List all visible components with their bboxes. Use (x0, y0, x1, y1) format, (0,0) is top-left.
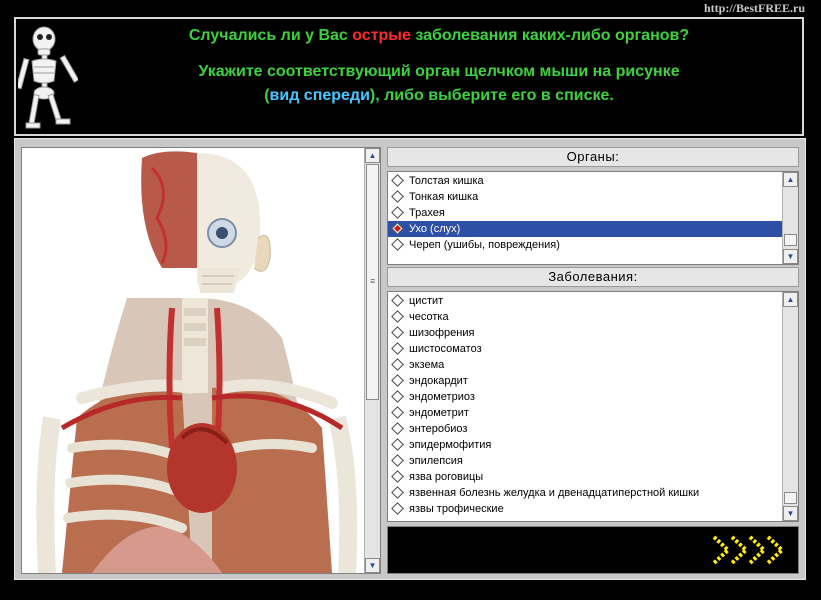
disease-label: чесотка (409, 311, 449, 323)
disease-item[interactable]: язва роговицы (388, 469, 782, 485)
organs-scrollbar[interactable]: ▲ ▼ (782, 172, 798, 264)
radio-icon[interactable] (391, 422, 404, 435)
organ-item[interactable]: Тонкая кишка (388, 189, 782, 205)
disease-item[interactable]: шистосоматоз (388, 341, 782, 357)
organ-item[interactable]: Трахея (388, 205, 782, 221)
disease-item[interactable]: эндометриоз (388, 389, 782, 405)
disease-label: шистосоматоз (409, 343, 482, 355)
disease-label: экзема (409, 359, 445, 371)
anatomy-front-view-image[interactable] (22, 148, 366, 573)
scroll-thumb[interactable]: ≡ (366, 164, 379, 400)
front-view-highlight: вид спереди (269, 87, 370, 104)
question-text: Случались ли у Вас острые заболевания ка… (188, 27, 690, 44)
radio-icon[interactable] (391, 486, 404, 499)
instruction-line-1: Укажите соответствующий орган щелчком мы… (198, 63, 680, 80)
disease-item[interactable]: шизофрения (388, 325, 782, 341)
next-arrows-icon[interactable] (710, 531, 794, 569)
radio-icon[interactable] (391, 238, 404, 251)
instruction-line-2: (вид спереди), либо выберите его в списк… (264, 87, 614, 104)
radio-icon[interactable] (391, 222, 404, 235)
organ-label: Трахея (409, 207, 445, 219)
disease-item[interactable]: эпидермофития (388, 437, 782, 453)
watermark: http://BestFREE.ru (703, 1, 805, 15)
disease-item[interactable]: язвенная болезнь желудка и двенадцатипер… (388, 485, 782, 501)
arrow-up-icon[interactable]: ▲ (783, 292, 798, 307)
disease-label: эндокардит (409, 375, 468, 387)
disease-item[interactable]: чесотка (388, 309, 782, 325)
disease-label: эпидермофития (409, 439, 492, 451)
diseases-scrollbar[interactable]: ▲ ▼ (782, 292, 798, 521)
radio-icon[interactable] (391, 358, 404, 371)
radio-icon[interactable] (391, 326, 404, 339)
radio-icon[interactable] (391, 470, 404, 483)
disease-item[interactable]: эпилепсия (388, 453, 782, 469)
organ-item[interactable]: Толстая кишка (388, 173, 782, 189)
radio-icon[interactable] (391, 190, 404, 203)
disease-item[interactable]: эндокардит (388, 373, 782, 389)
skeleton-icon (18, 26, 78, 129)
radio-icon[interactable] (391, 438, 404, 451)
main-panel: ▲ ≡ ▼ Органы: Толстая кишка Тонкая кишка Т… (14, 138, 806, 580)
radio-icon[interactable] (391, 310, 404, 323)
disease-item[interactable]: цистит (388, 293, 782, 309)
organ-label: Ухо (слух) (409, 223, 461, 235)
organs-title: Органы: (387, 147, 799, 167)
disease-label: энтеробиоз (409, 423, 468, 435)
anatomy-viewer[interactable]: ▲ ≡ ▼ (21, 147, 381, 574)
disease-label: язва роговицы (409, 471, 484, 483)
arrow-down-icon[interactable]: ▼ (365, 558, 380, 573)
question-header: Случались ли у Вас острые заболевания ка… (14, 17, 804, 136)
disease-label: шизофрения (409, 327, 475, 339)
disease-item[interactable]: язвы трофические (388, 501, 782, 517)
disease-item[interactable]: эндометрит (388, 405, 782, 421)
radio-icon[interactable] (391, 342, 404, 355)
radio-icon[interactable] (391, 390, 404, 403)
diseases-list[interactable]: цистит чесотка шизофрения шистосоматоз экзем… (387, 291, 799, 522)
organ-item[interactable]: Череп (ушибы, повреждения) (388, 237, 782, 253)
radio-icon[interactable] (391, 174, 404, 187)
arrow-up-icon[interactable]: ▲ (365, 148, 380, 163)
organ-item[interactable]: Ухо (слух) (388, 221, 782, 237)
organ-label: Череп (ушибы, повреждения) (409, 239, 560, 251)
radio-icon[interactable] (391, 502, 404, 515)
disease-label: язвы трофические (409, 503, 504, 515)
disease-label: язвенная болезнь желудка и двенадцатипер… (409, 487, 700, 499)
organ-label: Тонкая кишка (409, 191, 479, 203)
disease-label: эндометрит (409, 407, 469, 419)
radio-icon[interactable] (391, 206, 404, 219)
arrow-up-icon[interactable]: ▲ (783, 172, 798, 187)
organs-list[interactable]: Толстая кишка Тонкая кишка Трахея Ухо (слух… (387, 171, 799, 265)
arrow-down-icon[interactable]: ▼ (783, 249, 798, 264)
disease-label: цистит (409, 295, 444, 307)
radio-icon[interactable] (391, 294, 404, 307)
disease-label: эпилепсия (409, 455, 463, 467)
organ-label: Толстая кишка (409, 175, 484, 187)
navigation-area (387, 526, 799, 574)
anatomy-scrollbar[interactable]: ▲ ≡ ▼ (364, 148, 380, 573)
disease-label: эндометриоз (409, 391, 475, 403)
disease-item[interactable]: энтеробиоз (388, 421, 782, 437)
acute-highlight: острые (352, 27, 411, 44)
scroll-thumb[interactable] (784, 492, 797, 504)
diseases-title: Заболевания: (387, 267, 799, 287)
radio-icon[interactable] (391, 374, 404, 387)
disease-item[interactable]: экзема (388, 357, 782, 373)
scroll-thumb[interactable] (784, 234, 797, 246)
radio-icon[interactable] (391, 406, 404, 419)
arrow-down-icon[interactable]: ▼ (783, 506, 798, 521)
radio-icon[interactable] (391, 454, 404, 467)
